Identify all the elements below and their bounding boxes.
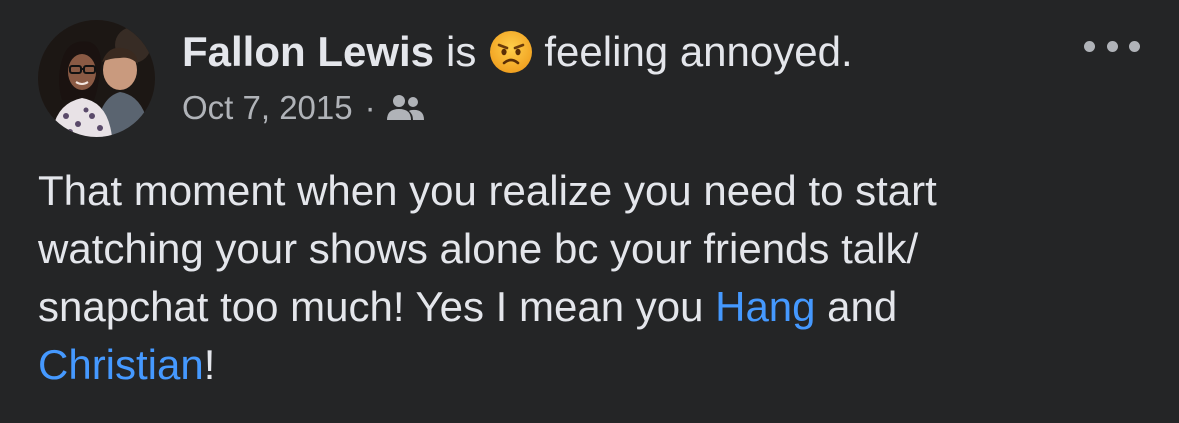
author-avatar[interactable] bbox=[38, 20, 155, 137]
more-dot bbox=[1106, 40, 1118, 52]
post-body: That moment when you realize you need to… bbox=[38, 162, 1158, 394]
post-meta: Oct 7, 2015 · bbox=[182, 84, 426, 132]
body-line: That moment when you realize you need to… bbox=[38, 167, 937, 214]
body-text-segment: snapchat too much! Yes I mean you bbox=[38, 283, 716, 330]
body-text-segment: ! bbox=[203, 341, 216, 388]
body-line: Christian! bbox=[38, 336, 1158, 394]
avatar-photo bbox=[38, 20, 155, 137]
more-options-icon[interactable] bbox=[1084, 34, 1140, 58]
author-name[interactable]: Fallon Lewis bbox=[182, 24, 434, 80]
body-text-segment: and bbox=[815, 283, 898, 330]
feeling-text[interactable]: feeling annoyed. bbox=[544, 24, 852, 80]
more-dot bbox=[1084, 40, 1095, 52]
meta-separator: · bbox=[364, 89, 376, 126]
more-dot bbox=[1129, 40, 1140, 52]
body-line: watching your shows alone bc your friend… bbox=[38, 225, 919, 272]
is-word: is bbox=[446, 28, 477, 75]
mention-link-hang[interactable]: Hang bbox=[715, 283, 815, 330]
post-header: Fallon Lewis is feeling annoyed. bbox=[182, 24, 853, 80]
post-card: Fallon Lewis is feeling annoyed. Oct 7, … bbox=[0, 0, 1179, 423]
mention-link-christian[interactable]: Christian bbox=[38, 341, 204, 388]
angry-face-icon bbox=[488, 29, 534, 75]
post-date[interactable]: Oct 7, 2015 bbox=[182, 89, 353, 127]
body-line: snapchat too much! Yes I mean you Hang a… bbox=[38, 278, 1158, 336]
friends-icon[interactable] bbox=[386, 92, 426, 124]
